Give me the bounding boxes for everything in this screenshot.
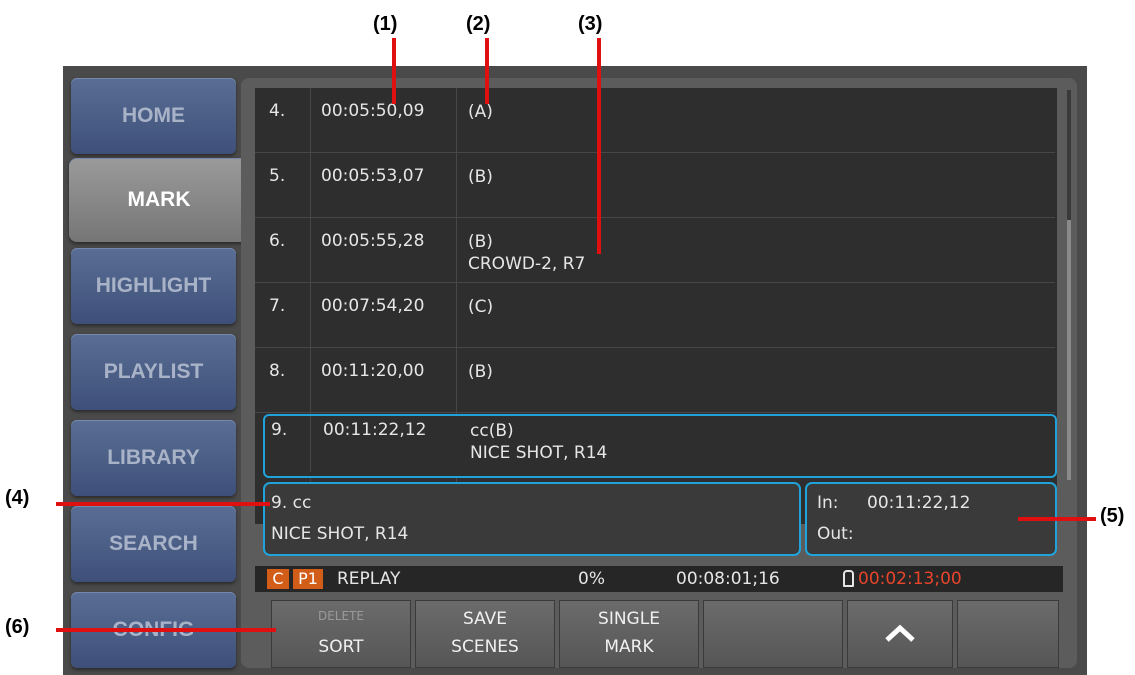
mark-timecode: 00:11:20,00 [321,361,425,381]
callout-6: (6) [5,616,30,638]
status-timecode: 00:08:01;16 [676,569,780,589]
callout-3: (3) [578,13,603,35]
delete-caption: DELETE [317,609,364,623]
page-up-button[interactable] [847,600,953,668]
mark-number: 7. [269,296,286,316]
callout-line-4 [56,502,270,506]
in-timecode: 00:11:22,12 [867,493,971,513]
scrollbar-thumb[interactable] [1067,220,1071,480]
mark-label: (C) [468,297,494,317]
mark-row[interactable]: 5. 00:05:53,07 (B) [255,153,1055,218]
mark-label: (B) [468,362,493,382]
save-scenes-button[interactable]: SAVE SCENES [415,600,555,668]
sidebar-item-playlist[interactable]: PLAYLIST [71,334,236,410]
mark-detail-title: 9. cc [271,493,312,513]
sidebar-item-label: PLAYLIST [103,360,204,383]
player-badge: P1 [293,569,323,589]
sidebar-item-label: HIGHLIGHT [95,274,212,297]
single-mark-button[interactable]: SINGLE MARK [559,600,699,668]
status-bar: C P1 REPLAY 0% 00:08:01;16 00:02:13;00 [255,566,1063,592]
sort-button[interactable]: DELETE SORT [271,600,411,668]
status-mode: REPLAY [337,569,401,589]
mark-row[interactable]: 4. 00:05:50,09 (A) [255,88,1055,153]
mark-number: 5. [269,166,286,186]
out-label: Out: [817,524,854,544]
mark-detail-box[interactable]: 9. cc NICE SHOT, R14 [263,482,801,556]
callout-line-5 [1018,517,1096,521]
sidebar-item-highlight[interactable]: HIGHLIGHT [71,248,236,324]
callout-4: (4) [5,487,30,509]
single-mark-label-1: SINGLE [598,609,660,629]
callout-2: (2) [466,13,491,35]
callout-1: (1) [373,13,398,35]
sidebar-item-label: LIBRARY [107,446,200,469]
mark-timecode: 00:11:22,12 [323,420,427,440]
mark-label: cc(B) NICE SHOT, R14 [470,421,608,463]
mark-row[interactable]: 7. 00:07:54,20 (C) [255,283,1055,348]
mark-row[interactable]: 6. 00:05:55,28 (B) CROWD-2, R7 [255,218,1055,283]
sidebar-item-label: SEARCH [109,532,198,555]
mark-list[interactable]: 4. 00:05:50,09 (A) 5. 00:05:53,07 (B) 6.… [255,88,1057,524]
mark-label: (B) [468,167,493,187]
mark-timecode: 00:05:53,07 [321,166,425,186]
mark-timecode: 00:05:50,09 [321,101,425,121]
column-divider [310,416,311,472]
callout-line-2 [485,38,489,104]
single-mark-label-2: MARK [604,637,654,657]
empty-button[interactable] [703,600,843,668]
sort-label: SORT [318,637,364,657]
mark-row[interactable]: 8. 00:11:20,00 (B) [255,348,1055,413]
channel-badge: C [267,569,289,589]
chevron-up-icon [885,624,915,642]
remaining-timecode: 00:02:13;00 [858,569,962,589]
sidebar-item-mark[interactable]: MARK [69,158,249,242]
sidebar-item-search[interactable]: SEARCH [71,506,236,582]
sidebar-item-library[interactable]: LIBRARY [71,420,236,496]
mark-number: 8. [269,361,286,381]
sidebar-item-home[interactable]: HOME [71,78,236,154]
mark-number: 4. [269,101,286,121]
status-percent: 0% [578,569,605,589]
mark-detail-comment: NICE SHOT, R14 [271,524,409,544]
save-scenes-label-2: SCENES [451,637,519,657]
clip-icon [843,570,854,587]
list-scrollbar[interactable] [1067,90,1071,480]
mark-label: (A) [468,102,493,122]
sidebar-item-label: MARK [127,188,191,211]
callout-line-3 [597,38,601,254]
save-scenes-label-1: SAVE [462,609,508,629]
sidebar-item-label: HOME [122,104,185,127]
callout-5: (5) [1100,505,1125,527]
mark-number: 9. [271,420,288,440]
mark-comment: CROWD-2, R7 [468,254,586,274]
in-label: In: [817,493,839,513]
empty-button[interactable] [957,600,1059,668]
mark-timecode: 00:05:55,28 [321,231,425,251]
mark-timecode: 00:07:54,20 [321,296,425,316]
mark-comment: NICE SHOT, R14 [470,443,608,463]
device-screen: HOME MARK HIGHLIGHT PLAYLIST LIBRARY SEA… [63,66,1087,675]
mark-row-selected[interactable]: 9. 00:11:22,12 cc(B) NICE SHOT, R14 [263,414,1057,478]
mark-label: (B) CROWD-2, R7 [468,232,586,274]
callout-line-1 [392,38,396,104]
mark-number: 6. [269,231,286,251]
callout-line-6 [56,628,276,632]
